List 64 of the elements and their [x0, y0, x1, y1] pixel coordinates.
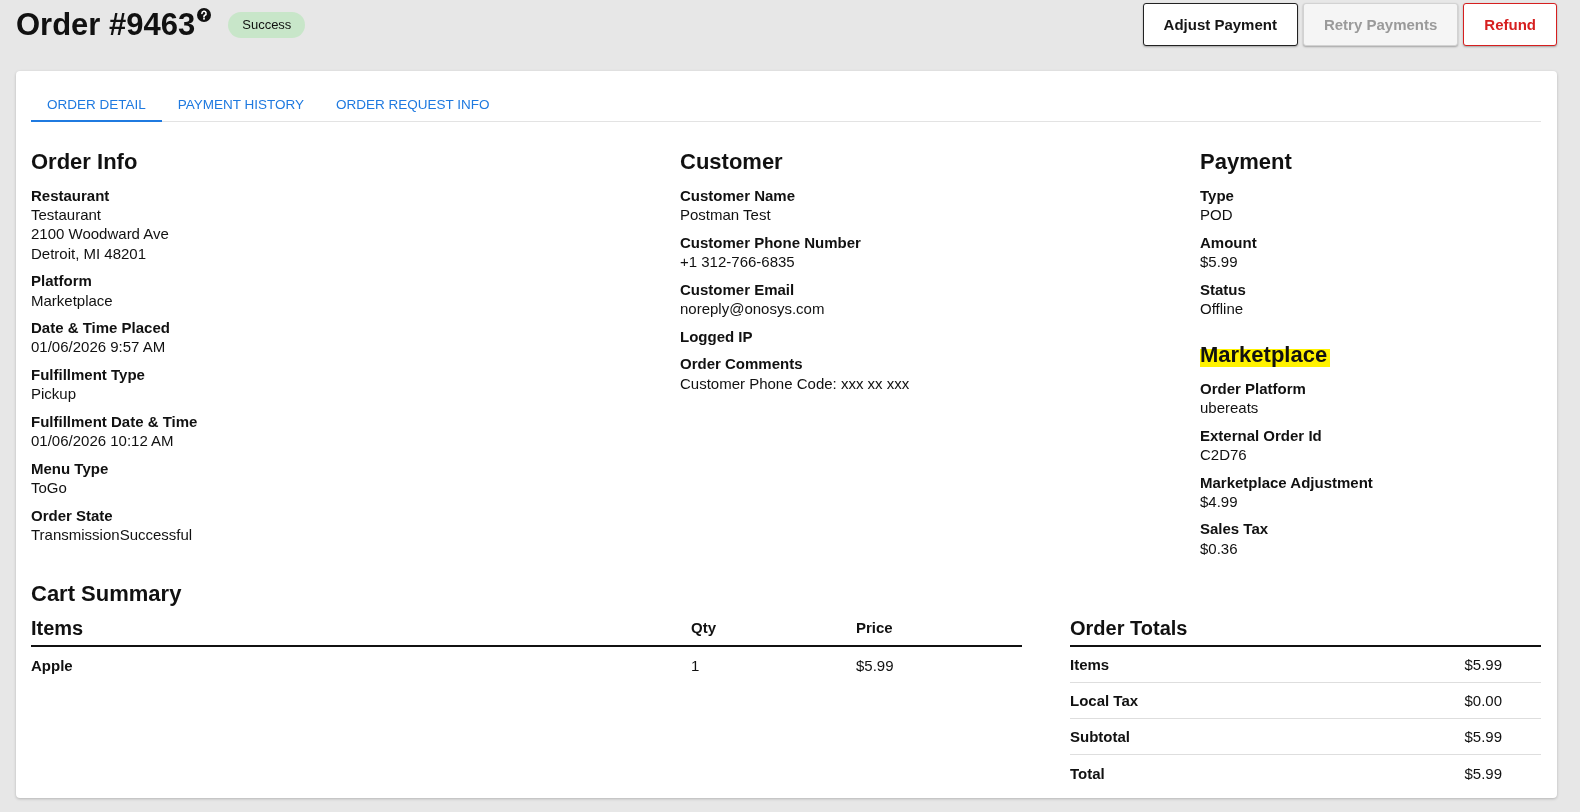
field-label: Date & Time Placed [31, 318, 171, 338]
field-label: Customer Email [680, 279, 796, 299]
tab[interactable]: PAYMENT HISTORY [161, 88, 321, 122]
totals-heading: Order Totals [1070, 616, 1188, 642]
field-value: C2D76 [1200, 444, 1248, 465]
column-header: Price [856, 618, 894, 639]
column-header: Items [31, 616, 85, 642]
field-label: Customer Name [680, 186, 797, 206]
totals-value: $5.99 [1464, 728, 1503, 746]
field-value: +1 312-766-6835 [680, 252, 796, 272]
field-label: Amount [1200, 232, 1258, 253]
tab[interactable]: ORDER DETAIL [31, 88, 162, 122]
field-value: ToGo [31, 478, 68, 498]
field-value: Pickup [31, 384, 78, 404]
totals-label: Total [1070, 764, 1105, 782]
field-value: $4.99 [1200, 491, 1239, 511]
table-cell-text: 1 [691, 656, 701, 674]
section-heading: Cart Summary [31, 580, 183, 609]
field-label: Fulfillment Type [31, 365, 146, 385]
field-value: Postman Test [680, 205, 772, 225]
field-label: Marketplace Adjustment [1200, 472, 1374, 492]
help-icon[interactable] [197, 7, 212, 22]
field-value: POD [1200, 205, 1234, 225]
field-label: Menu Type [31, 458, 110, 479]
field-label: Restaurant [31, 186, 111, 206]
totals-value: $5.99 [1464, 656, 1503, 674]
field-label: Order Platform [1200, 378, 1307, 398]
field-label: Platform [31, 271, 93, 291]
field-value: Offline [1200, 299, 1245, 319]
field-value: Customer Phone Code: xxx xx xxx [680, 373, 911, 393]
table-cell-text: $5.99 [856, 656, 895, 674]
column-header: Qty [691, 618, 717, 639]
totals-value: $5.99 [1464, 764, 1503, 782]
totals-label: Local Tax [1070, 692, 1139, 710]
section-heading: Customer [680, 148, 784, 176]
table-cell-text: Apple [31, 656, 74, 674]
action-button[interactable]: Adjust Payment [1142, 3, 1298, 46]
section-heading: Order Info [31, 148, 139, 176]
totals-label: Items [1070, 656, 1110, 674]
field-value: 01/06/2026 10:12 AM [31, 431, 175, 451]
page-title: Order #9463 [16, 7, 196, 42]
field-label: Customer Phone Number [680, 232, 862, 253]
field-value: noreply@onosys.com [680, 299, 826, 319]
action-button[interactable]: Refund [1463, 3, 1557, 46]
field-value: Testaurant 2100 Woodward Ave Detroit, MI 48201 [31, 205, 170, 263]
section-heading: Payment [1200, 148, 1293, 176]
field-value: $5.99 [1200, 252, 1239, 272]
totals-value: $0.00 [1464, 692, 1503, 710]
field-label: Fulfillment Date & Time [31, 412, 199, 432]
field-value: $0.36 [1200, 538, 1239, 558]
field-value: 01/06/2026 9:57 AM [31, 337, 167, 357]
field-value: Marketplace [31, 290, 114, 310]
field-label: Order Comments [680, 354, 804, 374]
field-value: ubereats [1200, 397, 1260, 418]
field-label: External Order Id [1200, 425, 1323, 445]
field-label: Logged IP [680, 326, 754, 346]
field-value: TransmissionSuccessful [31, 525, 194, 545]
totals-label: Subtotal [1070, 728, 1130, 746]
tab[interactable]: ORDER REQUEST INFO [320, 88, 506, 122]
field-label: Order State [31, 505, 114, 526]
field-label: Type [1200, 186, 1235, 206]
field-label: Sales Tax [1200, 519, 1270, 539]
field-label: Status [1200, 279, 1247, 299]
status-badge: Success [228, 11, 306, 38]
